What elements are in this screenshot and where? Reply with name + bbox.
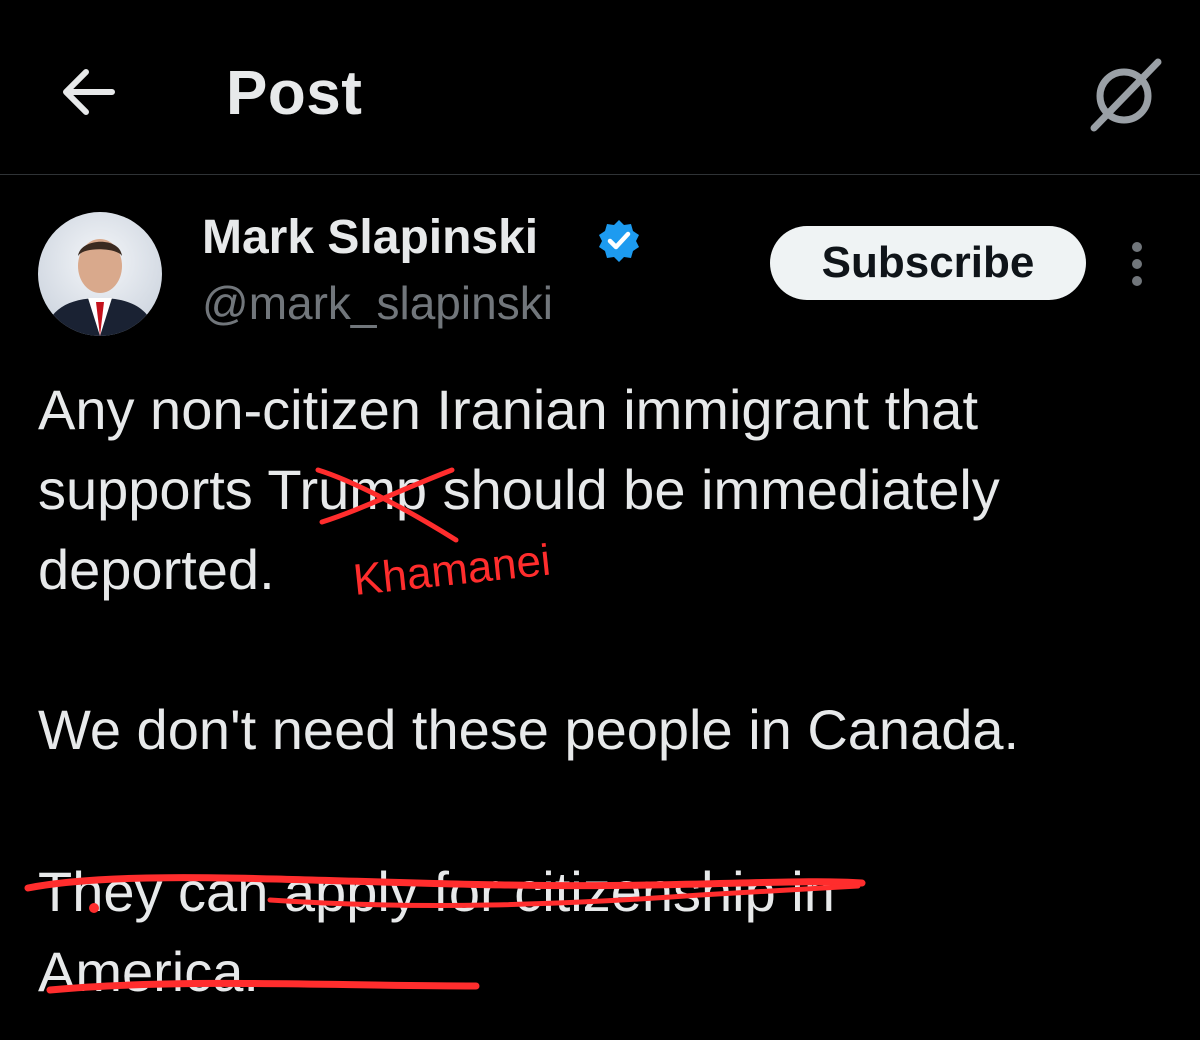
author-name[interactable]: Mark Slapinski [202,210,538,265]
post-text-line: deported. [38,538,275,601]
grok-button[interactable] [1086,54,1166,134]
arrow-left-icon [63,69,115,115]
grok-icon [1090,58,1162,132]
verified-badge-icon [596,218,642,264]
post-text-line: America. [38,940,259,1003]
author-handle[interactable]: @mark_slapinski [202,276,553,330]
post-text-line: Any non-citizen Iranian immigrant that [38,378,978,441]
top-navigation-bar: Post [0,0,1200,175]
subscribe-button[interactable]: Subscribe [770,226,1086,300]
post-text-line: They can apply for citizenship in [38,860,835,923]
back-button[interactable] [56,60,120,124]
post-text-line: supports Trump should be immediately [38,458,1000,521]
page-title: Post [226,59,363,128]
post-text-line: We don't need these people in Canada. [38,698,1020,761]
avatar-photo [38,212,162,336]
more-options-button[interactable] [1118,236,1158,292]
author-avatar[interactable] [38,212,162,336]
handwritten-annotation: Khamanei [350,535,553,606]
